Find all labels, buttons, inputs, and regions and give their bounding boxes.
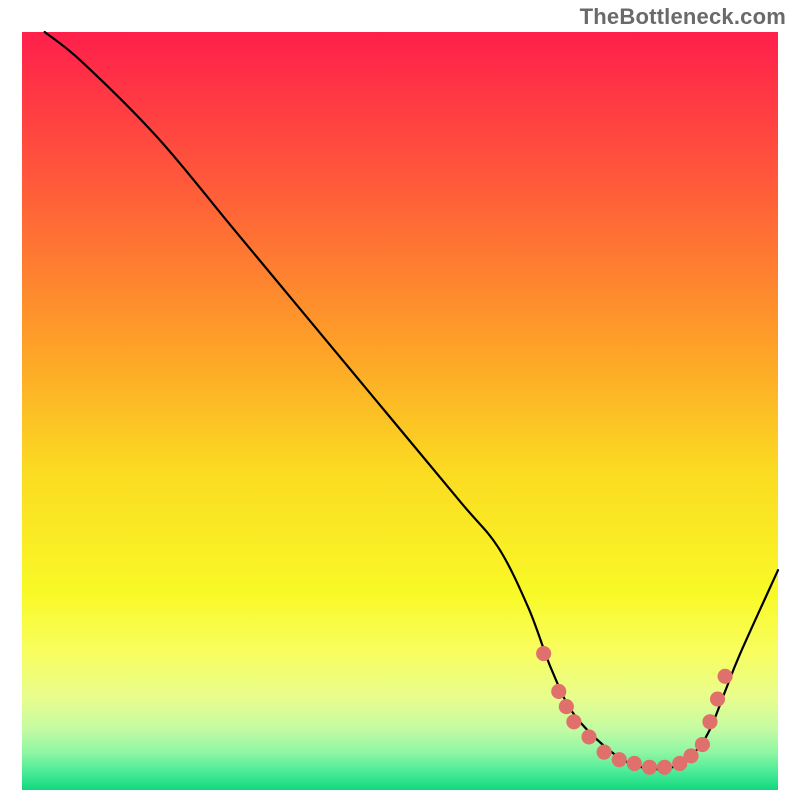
chart-svg [0, 0, 800, 800]
curve-marker [612, 752, 627, 767]
curve-marker [718, 669, 733, 684]
curve-marker [684, 748, 699, 763]
curve-marker [597, 745, 612, 760]
curve-marker [536, 646, 551, 661]
curve-marker [559, 699, 574, 714]
plot-background [22, 32, 778, 790]
curve-marker [657, 760, 672, 775]
curve-marker [581, 729, 596, 744]
curve-marker [710, 691, 725, 706]
curve-marker [702, 714, 717, 729]
curve-marker [627, 756, 642, 771]
curve-marker [642, 760, 657, 775]
curve-marker [566, 714, 581, 729]
curve-marker [695, 737, 710, 752]
chart-container: TheBottleneck.com [0, 0, 800, 800]
curve-marker [551, 684, 566, 699]
